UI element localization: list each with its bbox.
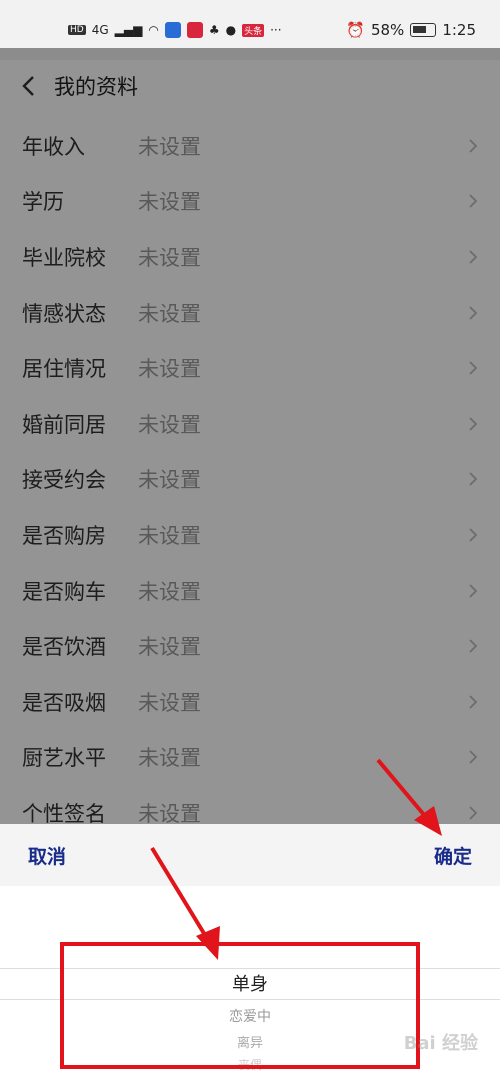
status-left: HD 4G ▂▄▆ ◠ ♣ ● 头条 ··· — [68, 22, 282, 38]
alarm-icon: ⏰ — [346, 21, 365, 39]
wifi-icon: ◠ — [148, 23, 159, 37]
app-icon — [186, 22, 203, 38]
clock: 1:25 — [442, 21, 476, 39]
battery-percent: 58% — [370, 21, 405, 39]
network-label: 4G — [91, 23, 109, 37]
toutiao-badge: 头条 — [242, 23, 265, 37]
picker-toolbar: 取消 确定 — [0, 824, 500, 886]
confirm-button[interactable]: 确定 — [434, 842, 472, 869]
battery-icon — [410, 23, 437, 37]
modal-overlay[interactable] — [0, 48, 500, 824]
annotation-highlight-box — [60, 942, 420, 1069]
watermark: Bai 经验 — [403, 1033, 478, 1054]
shield-app-icon — [164, 22, 181, 38]
signal-icon: ▂▄▆ — [114, 23, 143, 37]
cancel-button[interactable]: 取消 — [28, 842, 66, 869]
notification-icon: ♣ — [208, 23, 220, 37]
hd-badge: HD — [68, 25, 86, 35]
more-icon: ··· — [270, 23, 282, 37]
status-right: ⏰ 58% 1:25 — [346, 21, 476, 39]
qq-icon: ● — [225, 23, 237, 37]
